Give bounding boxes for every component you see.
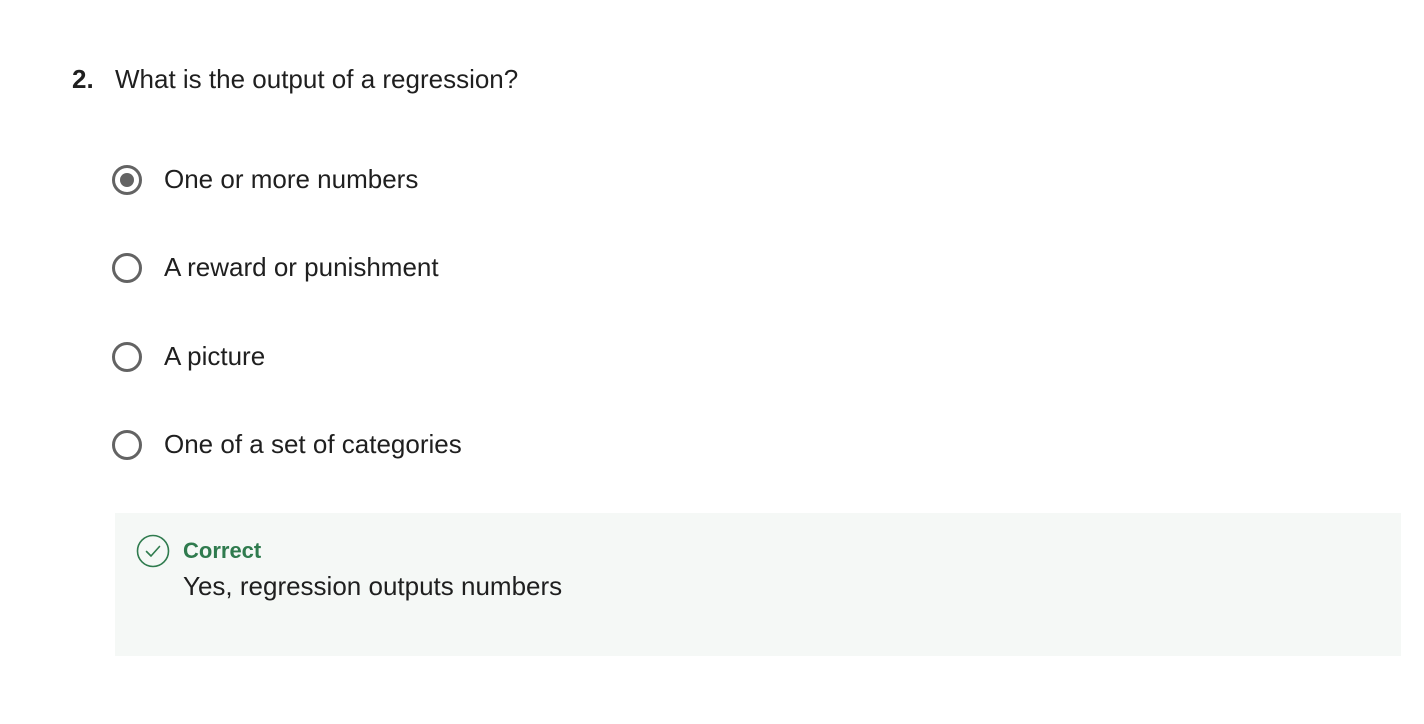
feedback-message: Yes, regression outputs numbers <box>183 571 563 601</box>
radio-unselected-icon[interactable] <box>112 341 142 372</box>
option-one-or-more-numbers[interactable]: One or more numbers <box>112 164 418 195</box>
question-number: 2. <box>72 64 94 94</box>
question-text: What is the output of a regression? <box>115 64 519 94</box>
option-set-of-categories[interactable]: One of a set of categories <box>112 429 462 460</box>
option-reward-or-punishment[interactable]: A reward or punishment <box>112 252 439 283</box>
radio-unselected-icon[interactable] <box>112 252 142 283</box>
radio-unselected-icon[interactable] <box>112 429 142 460</box>
option-label: A reward or punishment <box>164 252 439 282</box>
option-picture[interactable]: A picture <box>112 341 265 372</box>
option-label: One or more numbers <box>164 164 419 194</box>
option-label: A picture <box>164 341 266 371</box>
check-circle-icon <box>136 534 170 568</box>
feedback-status: Correct <box>183 538 262 563</box>
radio-selected-icon[interactable] <box>112 164 142 195</box>
option-label: One of a set of categories <box>164 429 462 459</box>
question-header: 2. What is the output of a regression? <box>72 64 518 95</box>
feedback-panel: Correct Yes, regression outputs numbers <box>115 513 1401 656</box>
